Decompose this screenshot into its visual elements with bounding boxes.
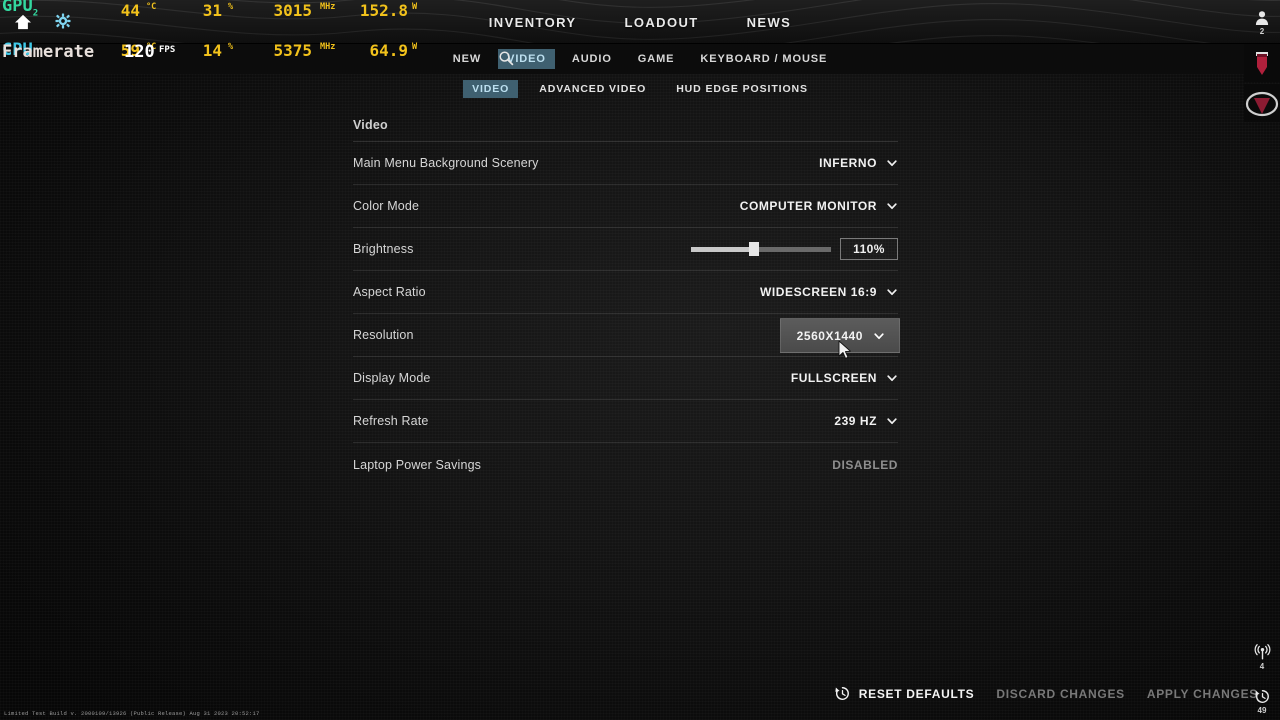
brightness-value: 110% <box>853 242 885 256</box>
nav-item-loadout[interactable]: LOADOUT <box>615 11 709 34</box>
setting-label: Main Menu Background Scenery <box>353 156 539 170</box>
discard-changes-button[interactable]: DISCARD CHANGES <box>996 687 1125 701</box>
search-glyph <box>499 51 514 66</box>
setting-control[interactable]: COMPUTER MONITOR <box>740 199 898 213</box>
chevron-down-icon <box>887 289 897 296</box>
game-settings-screen: INVENTORY LOADOUT NEWS NEW VIDEO AUDIO G… <box>0 0 1280 720</box>
main-navigation: INVENTORY LOADOUT NEWS <box>0 0 1280 44</box>
setting-value: FULLSCREEN <box>790 371 877 385</box>
setting-row-main-menu-background-scenery[interactable]: Main Menu Background Scenery INFERNO <box>353 142 898 185</box>
nav-item-news[interactable]: NEWS <box>737 11 802 34</box>
setting-label: Aspect Ratio <box>353 285 426 299</box>
history-clock-icon <box>1254 689 1269 703</box>
chevron-down-icon <box>887 418 897 425</box>
setting-label: Color Mode <box>353 199 420 213</box>
subtab-hud-edge-positions[interactable]: HUD EDGE POSITIONS <box>667 80 817 98</box>
apply-changes-button[interactable]: APPLY CHANGES <box>1147 687 1258 701</box>
footer-action-bar: RESET DEFAULTS DISCARD CHANGES APPLY CHA… <box>834 685 1258 702</box>
setting-row-aspect-ratio[interactable]: Aspect Ratio WIDESCREEN 16:9 <box>353 271 898 314</box>
brightness-slider[interactable] <box>691 242 831 256</box>
panel-title: Video <box>353 118 898 142</box>
reset-defaults-button[interactable]: RESET DEFAULTS <box>834 685 975 702</box>
setting-row-resolution[interactable]: Resolution 2560X1440 <box>353 314 900 357</box>
setting-control[interactable]: FULLSCREEN <box>791 371 898 385</box>
resolution-dropdown[interactable]: 2560X1440 <box>779 318 900 353</box>
slider-fill <box>691 247 754 252</box>
chevron-down-icon <box>887 375 897 382</box>
setting-row-display-mode[interactable]: Display Mode FULLSCREEN <box>353 357 898 400</box>
tab-game[interactable]: GAME <box>629 49 684 69</box>
chevron-down-icon <box>874 332 884 339</box>
setting-control[interactable]: 239 HZ <box>834 414 898 428</box>
nav-item-inventory[interactable]: INVENTORY <box>479 11 587 34</box>
setting-control[interactable]: 110% <box>691 238 898 260</box>
setting-row-brightness[interactable]: Brightness 110% <box>353 228 898 271</box>
tab-new[interactable]: NEW <box>444 49 490 69</box>
tab-keyboard-mouse[interactable]: KEYBOARD / MOUSE <box>691 49 836 69</box>
reset-defaults-label: RESET DEFAULTS <box>858 686 975 701</box>
tab-audio[interactable]: AUDIO <box>563 49 621 69</box>
setting-value: 2560X1440 <box>796 328 863 343</box>
item-thumbnail-art-2 <box>1244 84 1280 122</box>
setting-row-refresh-rate[interactable]: Refresh Rate 239 HZ <box>353 400 898 443</box>
slider-handle[interactable] <box>749 242 759 256</box>
reset-icon <box>835 686 849 700</box>
setting-control[interactable]: WIDESCREEN 16:9 <box>760 285 898 299</box>
setting-label: Laptop Power Savings <box>353 457 482 472</box>
video-settings-panel: Video Main Menu Background Scenery INFER… <box>353 118 900 486</box>
search-icon[interactable] <box>496 48 516 68</box>
broadcast-indicator[interactable]: 4 <box>1244 640 1280 674</box>
item-thumbnail-art-1 <box>1244 44 1280 82</box>
subtab-video[interactable]: VIDEO <box>463 80 519 98</box>
friends-indicator[interactable]: 2 <box>1244 6 1280 40</box>
chevron-down-icon <box>887 160 897 167</box>
friends-count: 2 <box>1259 27 1265 36</box>
setting-value: INFERNO <box>819 156 877 170</box>
setting-label: Refresh Rate <box>353 414 429 428</box>
setting-value: COMPUTER MONITOR <box>739 199 877 213</box>
person-icon <box>1255 11 1269 25</box>
broadcast-icon <box>1254 643 1270 659</box>
item-thumbnail-1[interactable] <box>1244 44 1280 82</box>
discard-changes-label: DISCARD CHANGES <box>996 686 1125 701</box>
setting-value: 239 HZ <box>834 414 877 428</box>
setting-row-laptop-power-savings: Laptop Power Savings DISABLED <box>353 443 898 486</box>
broadcast-count: 4 <box>1259 661 1265 671</box>
history-indicator[interactable]: 49 <box>1244 684 1280 718</box>
build-version-string: Limited Test Build v. 2000109/13926 (Pub… <box>4 710 260 717</box>
setting-label: Display Mode <box>353 371 431 385</box>
setting-value: DISABLED <box>832 457 898 472</box>
setting-value: WIDESCREEN 16:9 <box>760 285 877 299</box>
apply-changes-label: APPLY CHANGES <box>1146 686 1258 701</box>
settings-tab-bar: NEW VIDEO AUDIO GAME KEYBOARD / MOUSE <box>0 44 1280 74</box>
brightness-value-box[interactable]: 110% <box>840 238 898 260</box>
item-thumbnail-2[interactable] <box>1244 84 1280 122</box>
subtab-advanced-video[interactable]: ADVANCED VIDEO <box>530 80 655 98</box>
setting-row-color-mode[interactable]: Color Mode COMPUTER MONITOR <box>353 185 898 228</box>
setting-control: DISABLED <box>832 458 898 472</box>
settings-subtab-bar: VIDEO ADVANCED VIDEO HUD EDGE POSITIONS <box>0 78 1280 100</box>
setting-label: Brightness <box>353 242 414 256</box>
setting-control[interactable]: INFERNO <box>819 156 898 170</box>
history-count: 49 <box>1257 705 1267 715</box>
right-side-rail: 2 4 49 <box>1244 0 1280 720</box>
chevron-down-icon <box>887 203 897 210</box>
setting-label: Resolution <box>353 328 414 342</box>
